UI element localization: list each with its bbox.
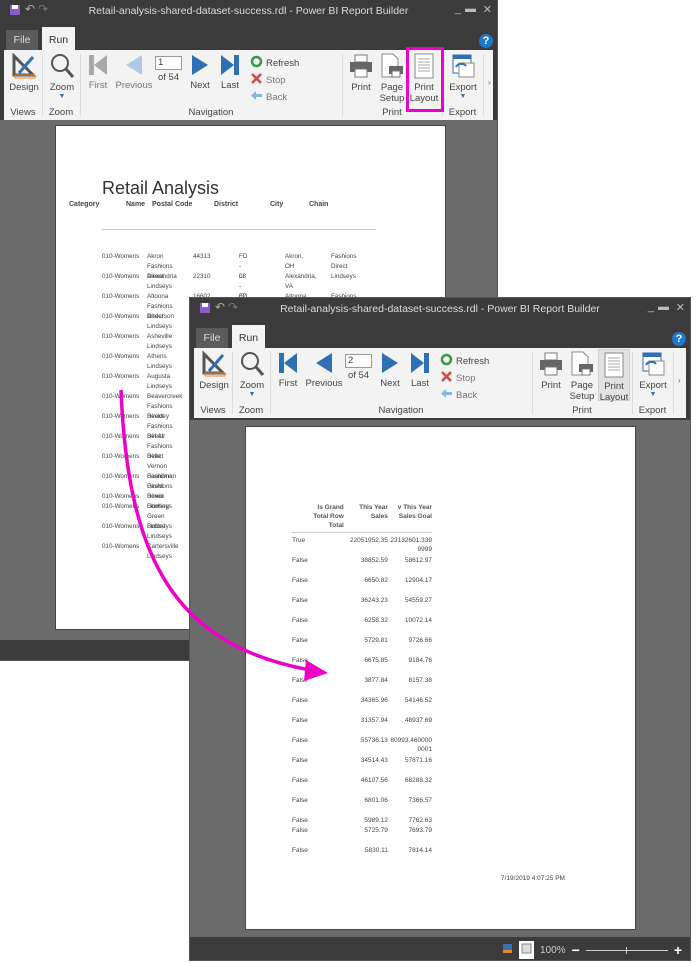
annotation-arrow xyxy=(119,389,328,681)
